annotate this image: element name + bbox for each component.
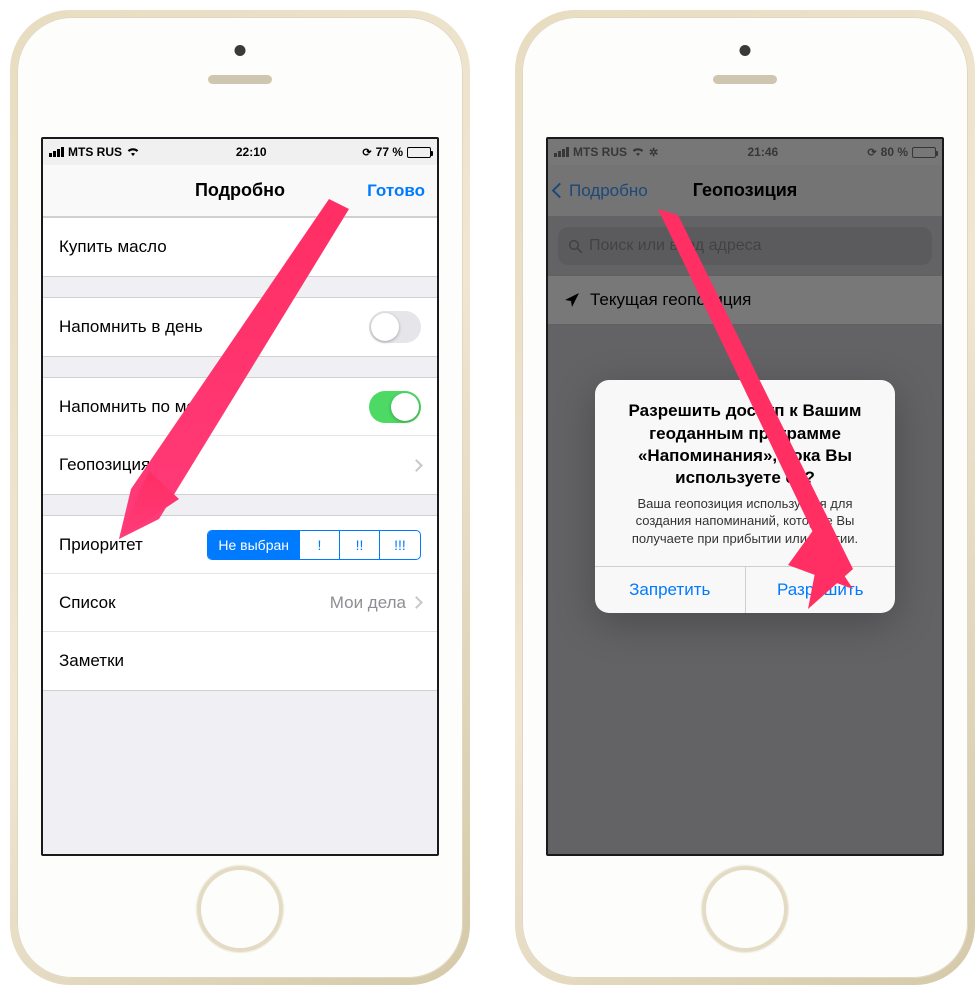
reminder-title-field[interactable]: Купить масло (43, 218, 437, 276)
screen-right: MTS RUS ✲ 21:46 ⟳ 80 % Подробно (546, 137, 944, 856)
battery-icon (407, 147, 431, 158)
allow-button[interactable]: Разрешить (746, 567, 896, 613)
screen-left: MTS RUS 22:10 ⟳ 77 % Подробно Готово (41, 137, 439, 856)
speaker-icon (208, 75, 272, 84)
remind-day-label: Напомнить в день (59, 317, 203, 337)
speaker-icon (713, 75, 777, 84)
notes-row[interactable]: Заметки (43, 632, 437, 690)
priority-seg-high[interactable]: !!! (380, 531, 420, 559)
priority-label: Приоритет (59, 535, 143, 555)
notes-label: Заметки (59, 651, 124, 671)
deny-button[interactable]: Запретить (595, 567, 746, 613)
status-time: 22:10 (236, 145, 267, 159)
priority-seg-low[interactable]: ! (300, 531, 340, 559)
remind-place-switch[interactable] (369, 391, 421, 423)
status-bar: MTS RUS 22:10 ⟳ 77 % (43, 139, 437, 165)
done-button[interactable]: Готово (367, 181, 425, 201)
battery-pct: 77 % (376, 145, 403, 159)
location-row[interactable]: Геопозиция (43, 436, 437, 494)
permission-alert: Разрешить доступ к Вашим геоданным прогр… (595, 380, 895, 612)
phone-frame-left: MTS RUS 22:10 ⟳ 77 % Подробно Готово (10, 10, 470, 985)
carrier-label: MTS RUS (68, 145, 122, 159)
priority-segmented[interactable]: Не выбран ! !! !!! (207, 530, 421, 560)
priority-row[interactable]: Приоритет Не выбран ! !! !!! (43, 516, 437, 574)
remind-day-row[interactable]: Напомнить в день (43, 298, 437, 356)
rotation-lock-icon: ⟳ (362, 146, 371, 159)
content-left: Купить масло Напомнить в день Напомнить … (43, 217, 437, 854)
home-button[interactable] (702, 866, 788, 952)
phone-frame-right: MTS RUS ✲ 21:46 ⟳ 80 % Подробно (515, 10, 975, 985)
nav-bar: Подробно Готово (43, 165, 437, 217)
location-label: Геопозиция (59, 455, 150, 475)
home-button[interactable] (197, 866, 283, 952)
signal-icon (49, 147, 64, 157)
wifi-icon (126, 145, 140, 160)
priority-seg-none[interactable]: Не выбран (208, 531, 300, 559)
alert-message: Ваша геопозиция используется для создани… (611, 495, 879, 548)
list-row[interactable]: Список Мои дела (43, 574, 437, 632)
alert-overlay: Разрешить доступ к Вашим геоданным прогр… (548, 139, 942, 854)
camera-icon (235, 45, 246, 56)
list-label: Список (59, 593, 116, 613)
priority-seg-med[interactable]: !! (340, 531, 380, 559)
nav-title: Подробно (195, 180, 285, 201)
alert-title: Разрешить доступ к Вашим геоданным прогр… (611, 400, 879, 488)
camera-icon (740, 45, 751, 56)
list-value: Мои дела (330, 593, 406, 613)
chevron-right-icon (410, 596, 423, 609)
remind-place-label: Напомнить по месту (59, 397, 221, 417)
remind-place-row[interactable]: Напомнить по месту (43, 378, 437, 436)
chevron-right-icon (410, 459, 423, 472)
remind-day-switch[interactable] (369, 311, 421, 343)
reminder-title-label: Купить масло (59, 237, 167, 257)
